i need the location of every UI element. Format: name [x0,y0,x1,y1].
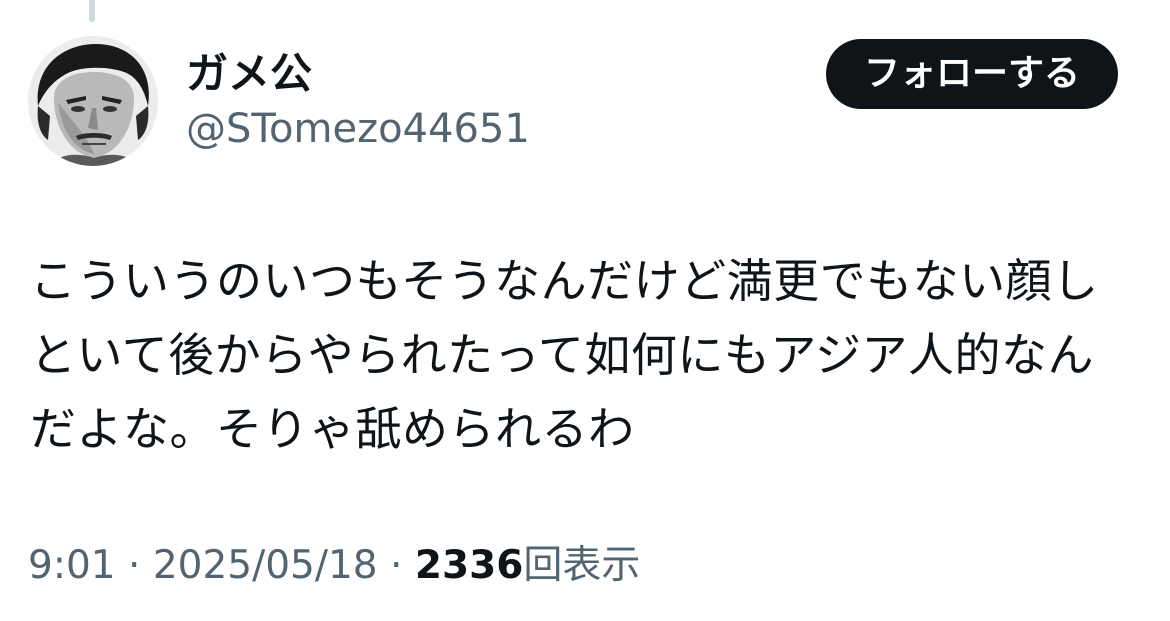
user-display-name[interactable]: ガメ公 [186,50,312,98]
user-handle[interactable]: @STomezo44651 [186,105,530,153]
tweet-date[interactable]: 2025/05/18 [153,543,378,588]
views-label: 回表示 [523,543,641,588]
meta-separator: · [128,543,141,588]
tweet-meta: 9:01 · 2025/05/18 · 2336回表示 [28,540,640,592]
tweet-time[interactable]: 9:01 [28,543,116,588]
follow-button[interactable]: フォローする [826,39,1118,109]
views-count: 2336 [414,543,524,588]
thread-connector-line [89,0,95,22]
user-avatar[interactable] [28,36,158,166]
meta-separator: · [390,543,403,588]
tweet-text: こういうのいつもそうなんだけど満更でもない顔しといて後からやられたって如何にもア… [30,254,1099,456]
portrait-avatar-icon [28,36,158,166]
